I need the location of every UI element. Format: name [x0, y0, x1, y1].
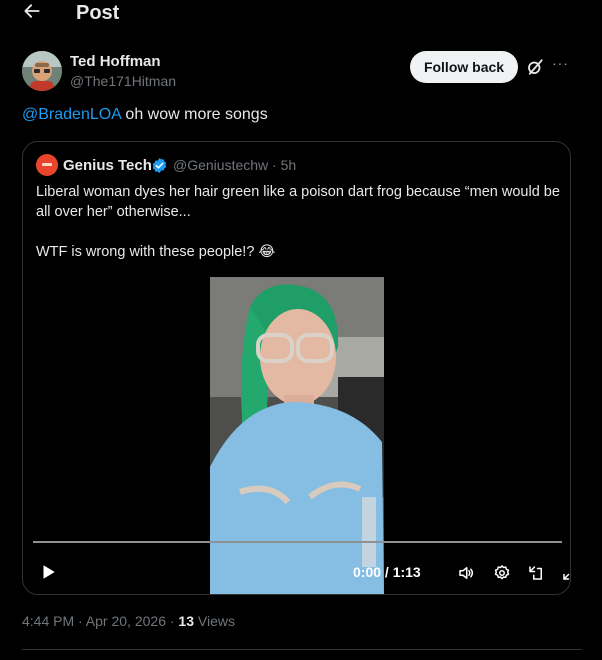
video-progress-bar[interactable] — [33, 541, 562, 543]
top-bar: Post — [0, 0, 602, 28]
play-icon[interactable] — [39, 563, 57, 581]
quoted-text-line: WTF is wrong with these people!? 😂 — [36, 244, 276, 260]
verified-badge-icon — [152, 158, 167, 173]
views-count: 13 — [178, 613, 194, 629]
author-handle[interactable]: @The171Hitman — [70, 73, 176, 89]
post-timestamp[interactable]: 4:44 PM · Apr 20, 2026 · — [22, 613, 178, 629]
mention-link[interactable]: @BradenLOA — [22, 106, 121, 123]
tweet-text: @BradenLOA oh wow more songs — [22, 106, 268, 124]
grok-icon[interactable] — [526, 58, 544, 76]
quoted-author-name: Genius Tech — [63, 157, 152, 174]
views-label: Views — [194, 613, 235, 629]
tweet-body: oh wow more songs — [120, 106, 268, 123]
divider — [22, 649, 582, 650]
fullscreen-icon[interactable] — [561, 564, 571, 582]
quoted-handle-time: @Geniustechw · 5h — [173, 157, 297, 173]
avatar[interactable] — [22, 51, 62, 91]
follow-back-button[interactable]: Follow back — [410, 51, 518, 83]
quoted-avatar[interactable] — [36, 154, 58, 176]
video-player[interactable]: 0:00 / 1:13 — [33, 277, 570, 594]
volume-icon[interactable] — [457, 564, 475, 582]
settings-gear-icon[interactable] — [493, 564, 511, 582]
back-button[interactable] — [22, 1, 46, 25]
arrow-left-icon — [24, 4, 40, 18]
video-time: 0:00 / 1:13 — [353, 564, 421, 580]
quoted-text-line: Liberal woman dyes her hair green like a… — [36, 184, 560, 220]
video-frame — [210, 277, 384, 594]
quoted-text: Liberal woman dyes her hair green like a… — [36, 182, 561, 282]
more-options-icon[interactable]: ··· — [552, 55, 570, 73]
author-name[interactable]: Ted Hoffman — [70, 53, 161, 70]
picture-in-picture-icon[interactable] — [527, 564, 545, 582]
post-author: Ted Hoffman @The171Hitman Follow back ··… — [22, 49, 582, 95]
page-title: Post — [76, 2, 120, 24]
post-meta: 4:44 PM · Apr 20, 2026 · 13 Views — [22, 613, 235, 629]
quoted-post[interactable]: Genius Tech @Geniustechw · 5h Liberal wo… — [22, 141, 571, 595]
